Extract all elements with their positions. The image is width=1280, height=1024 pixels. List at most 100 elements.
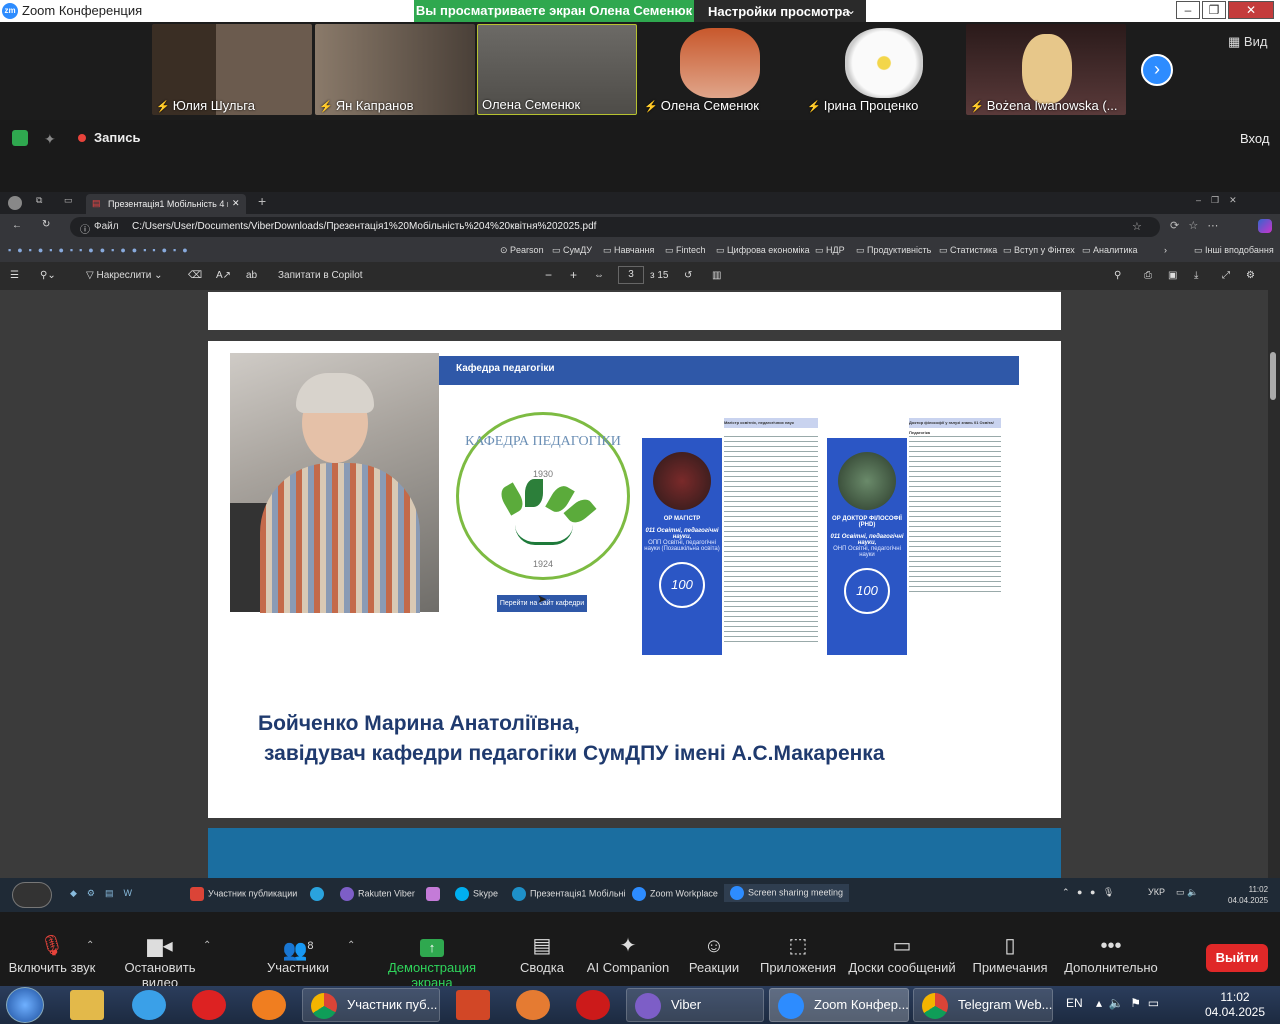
bookmark-folder[interactable]: ▭ СумДУ [552, 245, 592, 256]
bookmark-folder[interactable]: ▭ Інші вподобання [1194, 245, 1274, 256]
bookmark-folder[interactable]: ▭ Аналитика [1082, 245, 1138, 256]
save-as-icon[interactable]: ⤓ [1194, 270, 1198, 281]
tab-actions-icon[interactable]: ▭ [64, 195, 73, 206]
participant-tile[interactable]: ⚡ Ян Капранов [315, 24, 475, 115]
record-indicator[interactable]: Запись [78, 130, 140, 145]
volume-icon[interactable]: ▭ 🔈 [1176, 887, 1198, 898]
participant-tile[interactable]: ⚡ Bożena Iwanowska (... [966, 24, 1126, 115]
tray-icons[interactable]: ▴ 🔈 ⚑ ▭ [1096, 996, 1159, 1010]
telegram-icon[interactable] [310, 887, 328, 901]
back-icon[interactable]: ← [12, 220, 22, 231]
exit-button[interactable]: Выйти [1206, 944, 1268, 972]
participants-options-caret[interactable]: ⌃ [347, 940, 355, 951]
bookmark-folder[interactable]: ▭ Продуктивність [856, 245, 931, 256]
participant-tile[interactable]: ⚡ Ірина Проценко [803, 24, 963, 115]
participant-tile[interactable]: ⚡ Олена Семенюк [640, 24, 800, 115]
refresh-icon[interactable]: ↻ [42, 219, 50, 230]
shared-taskbar-item[interactable]: Презентація1 Мобільні [512, 887, 626, 901]
opera-icon[interactable] [576, 990, 610, 1020]
bookmark-folder[interactable]: ▭ Статистика [939, 245, 997, 256]
bookmark-folder[interactable]: ▭ Цифрова економіка [716, 245, 810, 256]
taskbar-item-zoom[interactable]: Zoom Конфер... [769, 988, 909, 1022]
new-tab-button[interactable]: + [258, 193, 266, 209]
save-icon[interactable]: ▣ [1168, 270, 1177, 281]
search-icon[interactable]: ⚲ [1114, 270, 1121, 281]
maximize-button[interactable]: ❐ [1202, 1, 1226, 19]
shared-taskbar-item[interactable]: Skype [455, 887, 498, 901]
windows-clock[interactable]: 11:02 04.04.2025 [1200, 990, 1270, 1020]
zoom-out-button[interactable]: − [545, 268, 552, 282]
participant-tile-active[interactable]: Олена Семенюк [477, 24, 637, 115]
bookmark-folder[interactable]: ▭ Навчання [603, 245, 654, 256]
shared-taskbar-item[interactable]: Rakuten Viber [340, 887, 415, 901]
copilot-ask-button[interactable]: Запитати в Copilot [278, 270, 363, 281]
view-settings-button[interactable]: Настройки просмотра [708, 4, 850, 19]
draw-button[interactable]: ▽ Накреслити ⌄ [86, 270, 163, 281]
taskbar-item-chrome[interactable]: Участник пуб... [302, 988, 440, 1022]
fullscreen-icon[interactable]: ⤢ [1222, 270, 1230, 281]
fit-page-icon[interactable]: ⇔ [594, 270, 604, 281]
url-text[interactable]: C:/Users/User/Documents/ViberDownloads/П… [132, 221, 596, 232]
close-tab-icon[interactable]: ✕ [232, 198, 240, 209]
unmute-button[interactable]: 🎙 Включить звук [0, 932, 107, 975]
eraser-icon[interactable]: ⌫ [188, 270, 202, 281]
whiteboards-button[interactable]: ▭ Доски сообщений [847, 932, 957, 975]
chevron-right-icon[interactable]: › [1164, 245, 1167, 255]
shield-icon[interactable] [12, 130, 28, 146]
highlight-icon[interactable]: ⚲⌄ [40, 270, 56, 281]
share-screen-button[interactable]: ↑ Демонстрация экрана [367, 932, 497, 990]
start-button[interactable] [6, 987, 44, 1023]
pen-icon[interactable] [12, 882, 52, 908]
bookmark-icons[interactable]: ▪●▪●▪●▪▪●●▪●●▪▪●▪● [8, 245, 194, 255]
taskbar-item-viber[interactable]: Viber [626, 988, 764, 1022]
bookmark-folder[interactable]: ▭ Вступ у Фінтех [1003, 245, 1075, 256]
language-indicator[interactable]: EN [1066, 996, 1083, 1010]
view-button[interactable]: ▦ Вид [1228, 34, 1267, 50]
powerpoint-icon[interactable] [456, 990, 490, 1020]
opera-icon[interactable] [192, 990, 226, 1020]
scrollbar-thumb[interactable] [1270, 352, 1276, 400]
login-button[interactable]: Вход [1240, 131, 1269, 146]
tray-icons[interactable]: ⌃ ● ● 🎙 [1062, 887, 1122, 898]
translate-icon[interactable]: ab [246, 270, 257, 281]
firefox-icon[interactable] [252, 990, 286, 1020]
bookmark-folder[interactable]: ▭ НДР [815, 245, 845, 256]
contents-icon[interactable]: ☰ [10, 270, 19, 281]
bookmark-folder[interactable]: ▭ Fintech [665, 245, 706, 256]
chevron-down-icon[interactable]: ⌄ [846, 3, 856, 17]
taskbar-item-telegram[interactable]: Telegram Web... [913, 988, 1053, 1022]
read-aloud-icon[interactable]: A↗ [216, 270, 231, 281]
apps-button[interactable]: ⬚ Приложения [743, 932, 853, 975]
video-options-caret[interactable]: ⌃ [203, 940, 211, 951]
tab-pdf[interactable]: ▤ Презентація1 Мобільність 4 кві ✕ [86, 194, 246, 214]
rotate-icon[interactable]: ↺ [684, 270, 692, 281]
profile-icon[interactable] [8, 196, 22, 210]
zoom-in-button[interactable]: + [570, 268, 577, 282]
address-bar[interactable]: ⓘ Файл C:/Users/User/Documents/ViberDown… [70, 217, 1160, 237]
close-button[interactable]: ✕ [1228, 1, 1274, 19]
notes-button[interactable]: ▯ Примечания [955, 932, 1065, 975]
shared-taskbar-item[interactable]: Zoom Workplace [632, 887, 718, 901]
participants-button[interactable]: 👥8 Участники [243, 932, 353, 975]
collections-icon[interactable]: ⧉ [36, 195, 42, 206]
minimize-button[interactable]: – [1176, 1, 1200, 19]
audio-options-caret[interactable]: ⌃ [86, 940, 94, 951]
favorite-star-icon[interactable]: ☆ [1132, 220, 1142, 233]
more-button[interactable]: ••• Дополнительно [1056, 932, 1166, 975]
sparkle-icon[interactable]: ✦ [44, 131, 56, 148]
browser-extras[interactable]: ⟳ ☆ ⋯ [1170, 219, 1218, 232]
print-icon[interactable]: ⎙ [1144, 270, 1152, 281]
next-page-arrow-icon[interactable]: › [1141, 54, 1173, 86]
page-view-icon[interactable]: ▥ [712, 270, 721, 281]
copilot-icon[interactable] [1258, 219, 1272, 233]
shared-lang[interactable]: УКР [1148, 887, 1165, 897]
ie-icon[interactable] [132, 990, 166, 1020]
stop-video-button[interactable]: ▆◂ Остановить видео [105, 932, 215, 990]
bookmark-item[interactable]: ⊙ Pearson [500, 245, 544, 256]
shared-taskbar-item[interactable]: Screen sharing meeting [724, 884, 850, 902]
page-number-input[interactable]: 3 [618, 266, 644, 284]
pinned-icons[interactable]: ◆⚙▤W [70, 888, 142, 899]
explorer-icon[interactable] [70, 990, 104, 1020]
browser-window-controls[interactable]: – ❐ ✕ [1196, 195, 1237, 206]
settings-gear-icon[interactable]: ⚙ [1246, 270, 1255, 281]
